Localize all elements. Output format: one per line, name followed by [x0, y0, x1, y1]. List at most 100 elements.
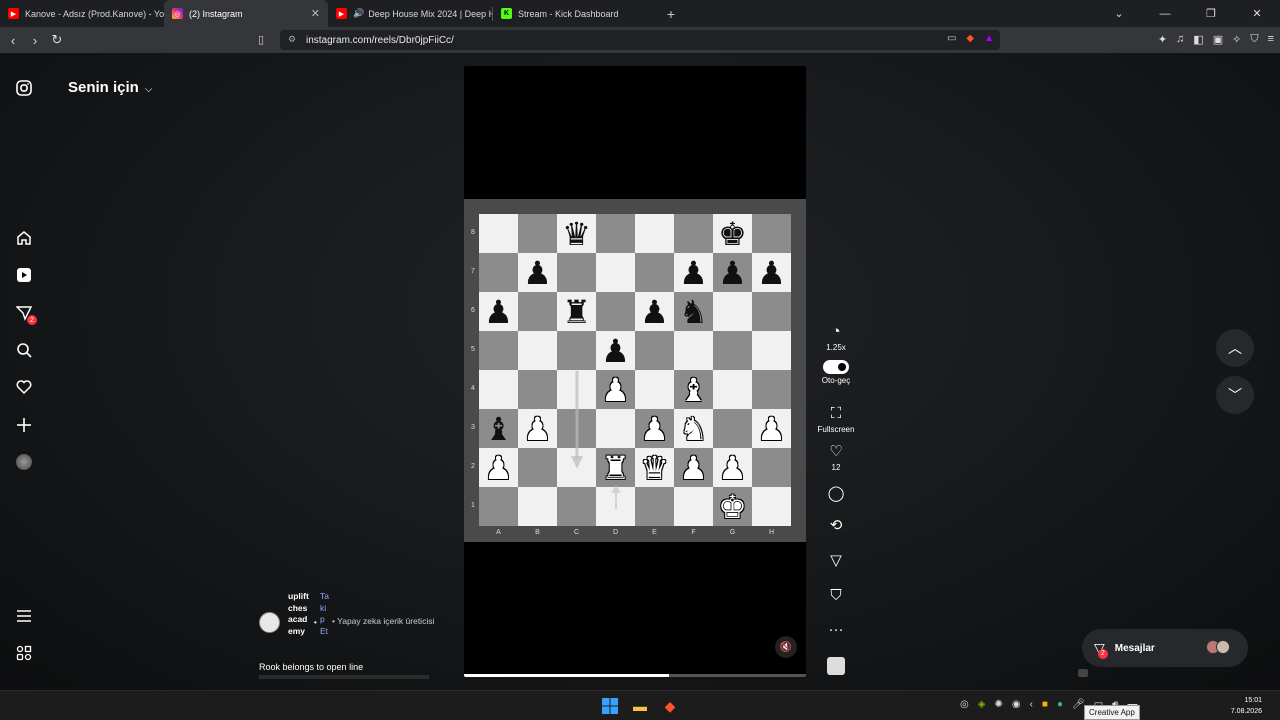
mute-button[interactable]: 🔇 [775, 636, 797, 658]
tray-app-icon[interactable]: ✺ [994, 699, 1002, 710]
square-e2: ♛ [635, 448, 674, 487]
file-label: A [496, 529, 501, 536]
autoplay-toggle[interactable]: Oto-geç [814, 360, 858, 385]
tab-kick[interactable]: K Stream - Kick Dashboard [493, 0, 657, 27]
square-b8 [518, 214, 557, 253]
creative-app-icon[interactable]: ■ [1042, 699, 1048, 710]
wallet-icon[interactable]: ▣ [1213, 33, 1223, 46]
nvidia-icon[interactable]: ◈ [978, 699, 986, 710]
edge-icon[interactable]: ● [1057, 699, 1063, 710]
back-icon[interactable]: ‹ [2, 33, 24, 48]
audio-avatar[interactable] [814, 657, 858, 675]
close-window-icon[interactable]: ✕ [1234, 7, 1280, 20]
tab-youtube-kanove[interactable]: ▶ Kanove - Adsız (Prod.Kanove) - YouTube [0, 0, 164, 27]
extensions-icon[interactable]: ✦ [1158, 33, 1167, 46]
square-h8 [752, 214, 791, 253]
toggle-switch[interactable] [823, 360, 849, 374]
tab-deep-house[interactable]: ▶ 🔊 Deep House Mix 2024 | Deep Hou [328, 0, 492, 27]
taskbar-apps: ▬ ◆ [600, 696, 680, 716]
youtube-icon: ▶ [8, 8, 19, 19]
white-pawn: ♟ [484, 448, 513, 487]
more-options-button[interactable]: ··· [814, 621, 858, 639]
maximize-icon[interactable]: ❐ [1188, 7, 1234, 20]
brave-rewards-icon[interactable]: ▲ [984, 33, 994, 44]
video-progress-bar[interactable] [464, 674, 806, 677]
square-b6 [518, 292, 557, 331]
feed-selector[interactable]: Senin için ⌵ [68, 79, 152, 96]
discord-icon[interactable]: ◉ [1012, 699, 1021, 710]
file-explorer-icon[interactable]: ▬ [630, 696, 650, 716]
repost-icon: ⟲ [829, 517, 843, 534]
fullscreen-button[interactable]: ⛶ Fullscreen [814, 405, 858, 434]
menu-icon[interactable]: ≡ [1268, 33, 1274, 46]
white-queen: ♛ [640, 448, 669, 487]
next-reel-button[interactable]: ﹀ [1216, 376, 1254, 414]
fullscreen-label: Fullscreen [817, 425, 855, 434]
minimize-chat-handle[interactable] [1078, 669, 1088, 677]
playback-speed-button[interactable]: ◔ 1.25x [814, 323, 858, 352]
minimize-icon[interactable]: — [1142, 8, 1188, 20]
brave-browser-icon[interactable]: ◆ [660, 696, 680, 716]
comment-button[interactable]: ◯ [814, 485, 858, 503]
share-button[interactable]: ▽ [814, 552, 858, 570]
tray-app-icon[interactable]: ‹ [1030, 699, 1033, 710]
forward-icon[interactable]: › [24, 33, 46, 48]
reel-video[interactable]: ♛ ♚ ♟ ♟ ♟ ♟ ♟ ♜ ♟ ♞ ♟ ♟ ♝ ♝ ♟ ♟ ♞ ♟ ♟ ♜ ♛ ♟ ♟ ♚ 87654321ABCDEFG… [464, 66, 806, 677]
author-avatar[interactable] [259, 612, 280, 633]
square-f3: ♞ [674, 409, 713, 448]
tray-tooltip: Creative App [1084, 705, 1140, 720]
media-icon[interactable]: ♫ [1176, 33, 1184, 46]
notifications-heart-icon[interactable] [14, 377, 34, 397]
speaker-icon[interactable]: 🔊 [353, 8, 364, 19]
more-menu-icon[interactable] [14, 606, 34, 626]
windows-start-icon[interactable] [600, 696, 620, 716]
create-plus-icon[interactable] [14, 415, 34, 435]
tab-instagram[interactable]: ◎ (2) Instagram ✕ [164, 0, 328, 27]
window-controls: ⌄ — ❐ ✕ [1096, 0, 1280, 27]
square-g2: ♟ [713, 448, 752, 487]
author-name[interactable]: upliftchesacademy [288, 591, 312, 637]
reels-icon[interactable] [14, 265, 34, 285]
instagram-icon: ◎ [172, 8, 183, 19]
leo-ai-icon[interactable]: ✧ [1232, 33, 1241, 46]
cast-icon[interactable]: ▭ [947, 33, 956, 44]
square-c5 [557, 331, 596, 370]
search-icon[interactable] [14, 340, 34, 360]
site-info-icon[interactable]: ⚙ [288, 34, 296, 45]
square-a7 [479, 253, 518, 292]
bookmark-icon[interactable]: ▯ [258, 33, 264, 46]
direct-messages-icon[interactable]: 2 [14, 303, 37, 325]
square-h4 [752, 370, 791, 409]
video-progress-fill [464, 674, 670, 677]
close-tab-icon[interactable]: ✕ [311, 7, 320, 20]
save-button[interactable]: ⛉ [814, 587, 858, 605]
taskbar-clock[interactable]: 15:01 7.08.2026 [1231, 695, 1262, 717]
square-d6 [596, 292, 635, 331]
follow-button[interactable]: TakipEt [320, 591, 330, 637]
like-button[interactable]: ♡ 12 [814, 443, 858, 472]
square-c3 [557, 409, 596, 448]
square-e5 [635, 331, 674, 370]
black-pawn: ♟ [601, 331, 630, 370]
square-a4 [479, 370, 518, 409]
new-tab-button[interactable]: + [657, 6, 685, 22]
feed-title: Senin için [68, 79, 139, 96]
reload-icon[interactable]: ↻ [46, 32, 68, 48]
also-from-meta-icon[interactable] [14, 643, 34, 663]
tray-app-icon[interactable]: ◎ [960, 699, 969, 710]
square-d1 [596, 487, 635, 526]
repost-button[interactable]: ⟲ [814, 517, 858, 535]
square-d8 [596, 214, 635, 253]
sidebar-icon[interactable]: ◧ [1193, 33, 1203, 46]
instagram-logo-icon[interactable] [14, 78, 34, 98]
vpn-icon[interactable]: ⛉ [1250, 33, 1258, 46]
tab-search-icon[interactable]: ⌄ [1096, 7, 1142, 20]
square-d2: ♜ [596, 448, 635, 487]
home-icon[interactable] [14, 228, 34, 248]
profile-avatar[interactable] [14, 452, 34, 472]
microphone-icon[interactable]: 🎤︎ [1072, 699, 1085, 710]
previous-reel-button[interactable]: ︿ [1216, 329, 1254, 367]
messages-button[interactable]: ▽ 2 Mesajlar [1082, 629, 1248, 667]
url-field[interactable]: ⚙ instagram.com/reels/Dbr0jpFiiCc/ ▭ ◆ ▲ [280, 30, 1000, 50]
brave-shield-icon[interactable]: ◆ [966, 33, 974, 44]
